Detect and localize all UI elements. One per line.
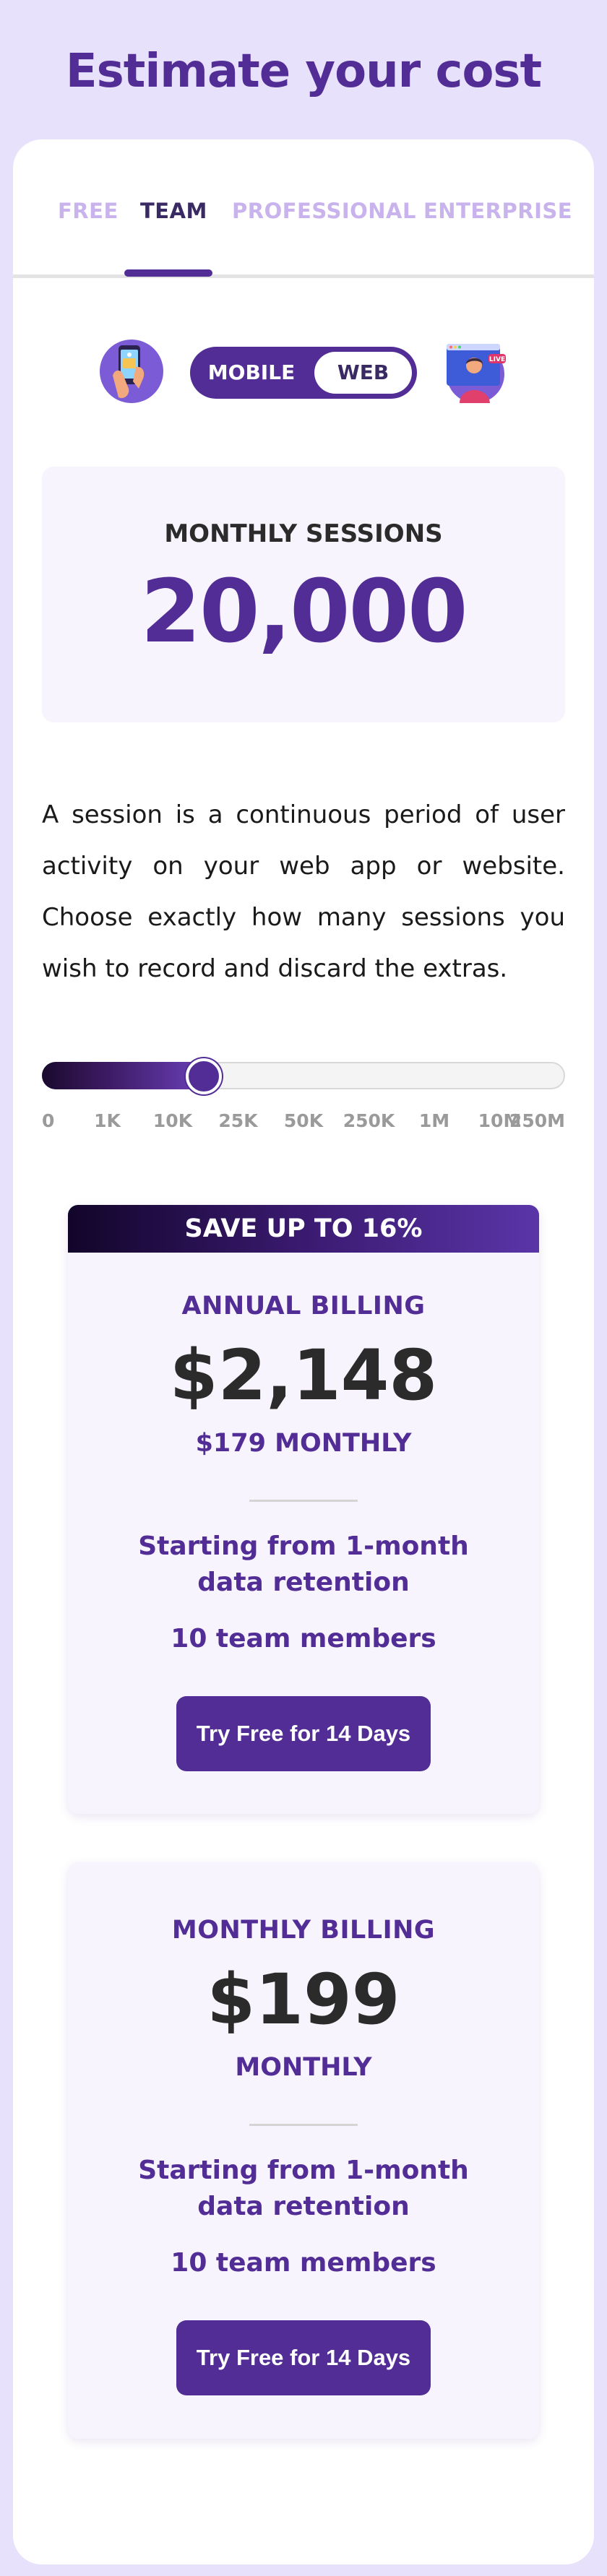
annual-plan-retention: Starting from 1-month data retention	[138, 1531, 469, 1597]
toggle-option-mobile[interactable]: MOBILE	[190, 347, 313, 399]
monthly-trial-button[interactable]: Try Free for 14 Days	[176, 2320, 431, 2395]
sessions-display: MONTHLY SESSIONS 20,000	[42, 467, 565, 722]
session-description: A session is a continuous period of user…	[42, 800, 565, 983]
live-badge: LIVE	[489, 356, 505, 363]
slider-tick: 10K	[152, 1110, 193, 1131]
annual-plan-title: ANNUAL BILLING	[181, 1292, 426, 1321]
annual-plan-monthly-price: $179 MONTHLY	[195, 1429, 412, 1458]
annual-plan-price: $2,148	[169, 1335, 438, 1416]
page-title: Estimate your cost	[65, 45, 542, 98]
monthly-plan-price: $199	[207, 1959, 400, 2040]
monthly-plan-divider	[249, 2124, 358, 2126]
slider-tick: 50K	[283, 1110, 324, 1131]
slider-tick: 250M	[509, 1110, 565, 1131]
phone-hand-icon	[100, 340, 163, 403]
plan-tabs: FREE TEAM PROFESSIONAL ENTERPRISE	[13, 139, 594, 278]
slider-ticks: 0 1K 10K 25K 50K 250K 1M 10M 250M	[42, 1110, 565, 1139]
platform-selector: MOBILE WEB LIVE	[13, 338, 594, 410]
tab-free[interactable]: FREE	[58, 199, 119, 223]
slider-fill	[42, 1062, 205, 1089]
active-tab-indicator	[124, 269, 212, 277]
tab-enterprise[interactable]: ENTERPRISE	[423, 199, 572, 223]
save-banner: SAVE UP TO 16%	[68, 1205, 539, 1253]
sessions-slider[interactable]	[42, 1058, 565, 1094]
slider-tick: 25K	[218, 1110, 258, 1131]
slider-tick: 1K	[94, 1110, 121, 1131]
browser-live-icon: LIVE	[447, 344, 506, 403]
annual-plan-divider	[249, 1500, 358, 1502]
monthly-plan-members: 10 team members	[171, 2248, 436, 2278]
slider-tick: 250K	[343, 1110, 395, 1131]
sessions-value: 20,000	[140, 562, 468, 662]
toggle-option-web[interactable]: WEB	[314, 347, 412, 399]
slider-tick: 1M	[418, 1110, 450, 1131]
monthly-plan-retention: Starting from 1-month data retention	[138, 2156, 469, 2221]
tab-team[interactable]: TEAM	[140, 199, 207, 223]
monthly-plan-period: MONTHLY	[235, 2053, 372, 2082]
sessions-label: MONTHLY SESSIONS	[164, 519, 443, 548]
monthly-plan-card: MONTHLY BILLING $199 MONTHLY Starting fr…	[68, 1862, 539, 2439]
pricing-card: FREE TEAM PROFESSIONAL ENTERPRISE MOBILE…	[13, 139, 594, 2564]
annual-trial-button[interactable]: Try Free for 14 Days	[176, 1696, 431, 1771]
platform-toggle[interactable]: MOBILE WEB	[190, 347, 417, 399]
tab-professional[interactable]: PROFESSIONAL	[232, 199, 416, 223]
slider-tick: 0	[42, 1110, 55, 1131]
monthly-plan-title: MONTHLY BILLING	[171, 1916, 436, 1945]
annual-plan-card: SAVE UP TO 16% ANNUAL BILLING $2,148 $17…	[68, 1205, 539, 1814]
annual-plan-members: 10 team members	[171, 1624, 436, 1654]
